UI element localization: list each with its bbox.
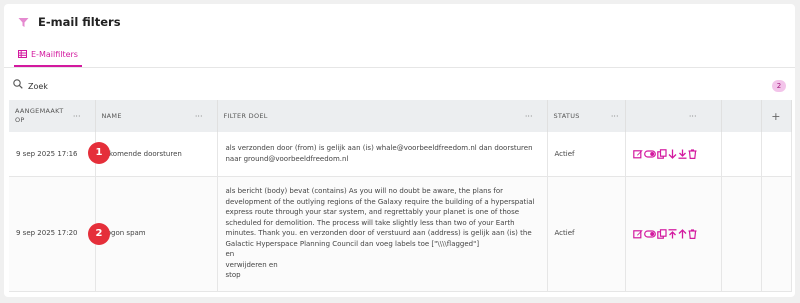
filters-table: AANGEMAAKT OP ··· NAME ··· FILTER DOEL ··· …: [9, 100, 792, 292]
search-input[interactable]: [28, 78, 328, 94]
empty-cell: [761, 176, 792, 292]
column-header-name[interactable]: NAME ···: [95, 100, 218, 132]
filter-doel-line: als bericht (body) bevat (contains) As y…: [225, 187, 535, 248]
move-down-icon[interactable]: [668, 149, 677, 159]
column-menu-icon[interactable]: ···: [689, 112, 697, 121]
move-top-icon[interactable]: [668, 228, 677, 239]
table-row[interactable]: 9 sep 2025 17:20 Vogon spam als bericht …: [9, 176, 792, 292]
created-cell: 9 sep 2025 17:16: [9, 132, 96, 177]
filter-icon: [17, 16, 29, 28]
empty-cell: [761, 132, 792, 177]
column-header-actions[interactable]: ···: [625, 100, 722, 132]
filter-doel-cell: als bericht (body) bevat (contains) As y…: [217, 176, 548, 292]
delete-icon[interactable]: [688, 228, 697, 239]
filter-doel-line: en: [225, 250, 235, 259]
column-header-empty: [721, 100, 762, 132]
move-bottom-icon[interactable]: [678, 149, 687, 159]
filter-doel-line: stop: [225, 271, 241, 280]
created-cell: 9 sep 2025 17:20: [9, 176, 96, 292]
delete-icon[interactable]: [688, 149, 697, 159]
column-menu-icon[interactable]: ···: [611, 112, 619, 121]
filter-doel-line: verwijderen en: [225, 260, 278, 269]
result-count-badge: 2: [772, 80, 786, 92]
edit-icon[interactable]: [632, 149, 643, 159]
actions-cell: [625, 132, 722, 177]
copy-icon[interactable]: [656, 228, 667, 239]
copy-icon[interactable]: [656, 148, 667, 159]
status-cell: Actief: [547, 176, 626, 292]
table-header-row: AANGEMAAKT OP ··· NAME ··· FILTER DOEL ··· …: [9, 100, 792, 132]
tab-bar: E-Mailfilters: [4, 40, 795, 68]
filters-panel: E-mail filters E-Mailfilters 2 AANGEMAAK…: [4, 4, 795, 297]
page-title: E-mail filters: [38, 15, 121, 29]
actions-cell: [625, 176, 722, 292]
name-cell: Vogon spam: [95, 176, 218, 292]
search-bar: 2: [4, 76, 795, 98]
toggle-icon[interactable]: [643, 149, 656, 159]
page-header: E-mail filters: [4, 4, 795, 40]
grid-icon: [18, 50, 27, 58]
column-menu-icon[interactable]: ···: [73, 112, 81, 121]
tab-email-filters[interactable]: E-Mailfilters: [14, 43, 82, 67]
name-cell: Inkomende doorsturen: [95, 132, 218, 177]
column-menu-icon[interactable]: ···: [525, 112, 533, 121]
move-up-icon[interactable]: [678, 228, 687, 239]
row-marker-badge: 2: [88, 223, 110, 245]
filter-doel-cell: als verzonden door (from) is gelijk aan …: [217, 132, 548, 177]
column-header-created[interactable]: AANGEMAAKT OP ···: [9, 100, 96, 132]
column-menu-icon[interactable]: ···: [195, 112, 203, 121]
empty-cell: [721, 132, 762, 177]
table-row[interactable]: 9 sep 2025 17:16 Inkomende doorsturen al…: [9, 132, 792, 177]
status-cell: Actief: [547, 132, 626, 177]
toggle-icon[interactable]: [643, 229, 656, 239]
edit-icon[interactable]: [632, 229, 643, 239]
row-marker-badge: 1: [88, 142, 110, 164]
search-icon: [13, 79, 23, 91]
column-header-filter-doel[interactable]: FILTER DOEL ···: [217, 100, 548, 132]
empty-cell: [721, 176, 762, 292]
tab-label: E-Mailfilters: [31, 49, 78, 59]
column-header-status[interactable]: STATUS ···: [547, 100, 626, 132]
add-column-button[interactable]: +: [761, 100, 792, 132]
